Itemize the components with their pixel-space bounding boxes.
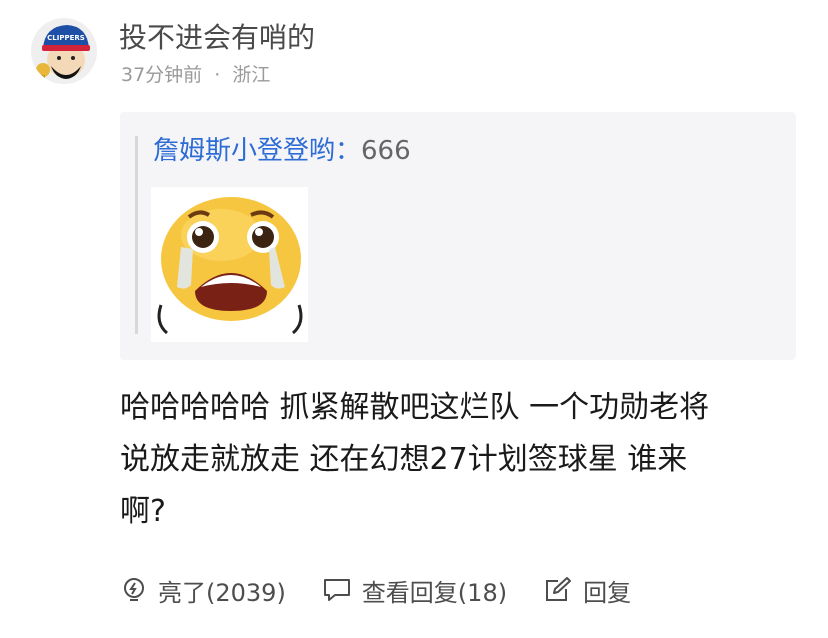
comment-body: 哈哈哈哈哈 抓紧解散吧这烂队 一个功勋老将 说放走就放走 还在幻想27计划签球星… [120,382,810,538]
reply-label: 回复 [583,578,632,607]
post-time: 37分钟前 [121,64,203,86]
edit-icon [546,577,572,601]
view-replies-label: 查看回复(18) [361,578,508,607]
quote-text: 666 [361,136,411,166]
quote-author[interactable]: 詹姆斯小登登哟： [153,136,361,166]
meta-separator: · [214,64,221,86]
avatar[interactable]: CLIPPERS [31,18,97,84]
comment-line-3: 啊? [120,494,166,529]
username[interactable]: 投不进会有哨的 [119,20,315,56]
comment-bubble-icon [323,579,350,601]
avatar-image: CLIPPERS [31,18,97,84]
lightbulb-icon [124,578,144,601]
like-label: 亮了(2039) [158,578,286,607]
comment-line-1: 哈哈哈哈哈 抓紧解散吧这烂队 一个功勋老将 [120,390,710,425]
crying-emoji-sticker[interactable] [151,187,308,342]
quoted-comment: 詹姆斯小登登哟：666 [153,133,411,169]
post-location: 浙江 [232,64,271,86]
view-replies-button[interactable]: 查看回复(18) [322,573,507,608]
svg-text:CLIPPERS: CLIPPERS [47,34,85,42]
post-meta: 37分钟前 · 浙江 [121,62,270,88]
comment-line-2: 说放走就放走 还在幻想27计划签球星 谁来 [120,442,688,477]
crying-emoji-image [151,187,308,342]
action-bar: 亮了(2039) 查看回复(18) 回复 [120,570,667,610]
quote-bar [135,136,138,334]
reply-button[interactable]: 回复 [543,573,631,608]
like-button[interactable]: 亮了(2039) [120,573,286,608]
